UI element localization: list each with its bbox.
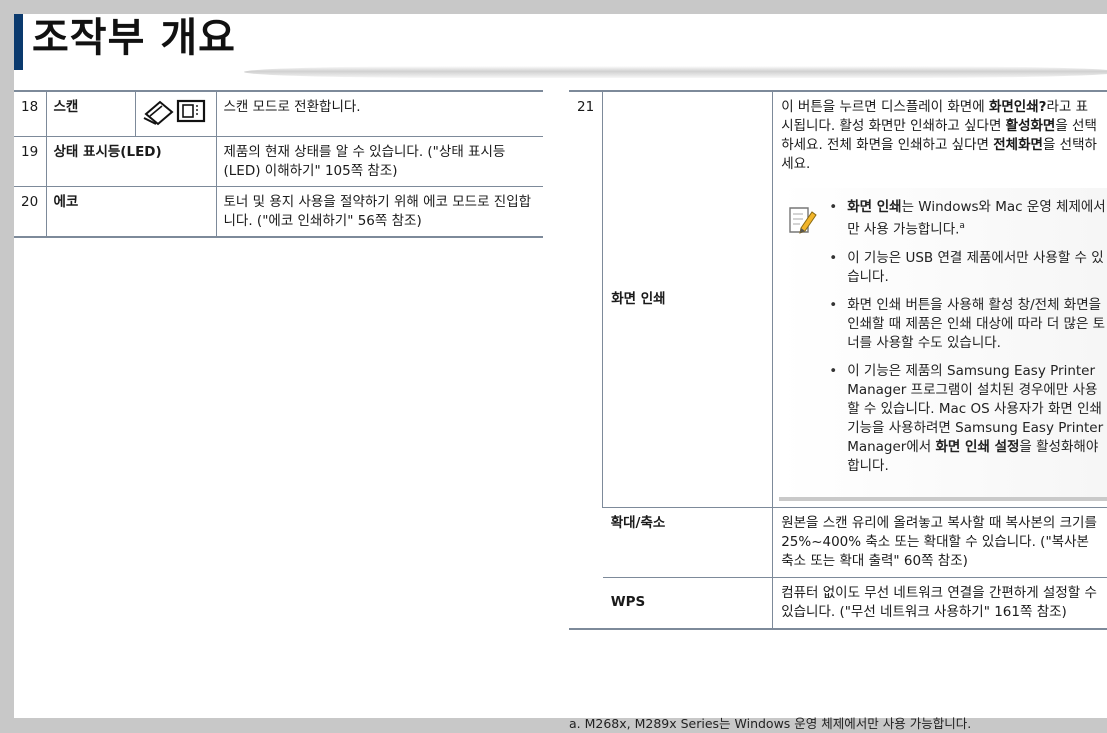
row-number: 20 bbox=[21, 194, 39, 210]
control-name: 에코 bbox=[45, 186, 216, 237]
desc-bold: 활성화면 bbox=[1005, 118, 1056, 134]
desc-bold: 화면인쇄? bbox=[988, 99, 1047, 115]
note-item: 이 기능은 제품의 Samsung Easy Printer Manager 프… bbox=[827, 362, 1107, 476]
row-number: 21 bbox=[577, 99, 595, 115]
note-list: 화면 인쇄는 Windows와 Mac 운영 체제에서만 사용 가능합니다.a … bbox=[827, 198, 1107, 476]
desc-text: 이 버튼을 누르면 디스플레이 화면에 bbox=[781, 99, 989, 115]
right-table: 21 화면 인쇄 이 버튼을 누르면 디스플레이 화면에 화면인쇄?라고 표시됩… bbox=[569, 90, 1107, 630]
title-accent-bar bbox=[14, 14, 23, 70]
footnote-marker: a bbox=[959, 221, 965, 231]
control-description: 토너 및 용지 사용을 절약하기 위해 에코 모드로 진입합니다. ("에코 인… bbox=[215, 186, 543, 237]
control-name: WPS bbox=[602, 576, 773, 629]
note-box: 화면 인쇄는 Windows와 Mac 운영 체제에서만 사용 가능합니다.a … bbox=[779, 188, 1107, 501]
page-title: 조작부 개요 bbox=[32, 15, 236, 61]
note-pencil-icon bbox=[789, 207, 817, 234]
table-row: 확대/축소 원본을 스캔 유리에 올려놓고 복사할 때 복사본의 크기를 25%… bbox=[569, 506, 1107, 577]
control-name: 상태 표시등(LED) bbox=[45, 136, 216, 187]
scan-screen-icon bbox=[176, 99, 205, 123]
note-item: 이 기능은 USB 연결 제품에서만 사용할 수 있습니다. bbox=[827, 249, 1107, 287]
table-row: 21 화면 인쇄 이 버튼을 누르면 디스플레이 화면에 화면인쇄?라고 표시됩… bbox=[569, 91, 1107, 507]
control-description: 컴퓨터 없이도 무선 네트워크 연결을 간편하게 설정할 수 있습니다. ("무… bbox=[772, 576, 1107, 629]
table-row: WPS 컴퓨터 없이도 무선 네트워크 연결을 간편하게 설정할 수 있습니다.… bbox=[569, 576, 1107, 629]
control-name: 스캔 bbox=[45, 91, 135, 137]
table-row: 18 스캔 스캔 모드로 전환합니다. bbox=[14, 91, 543, 137]
control-description: 원본을 스캔 유리에 올려놓고 복사할 때 복사본의 크기를 25%~400% … bbox=[772, 506, 1107, 577]
control-name: 화면 인쇄 bbox=[602, 91, 773, 507]
control-name: 확대/축소 bbox=[602, 506, 773, 577]
scanner-icon bbox=[143, 99, 205, 126]
control-description: 이 버튼을 누르면 디스플레이 화면에 화면인쇄?라고 표시됩니다. 활성 화면… bbox=[772, 91, 1107, 507]
footnote: a. M268x, M289x Series는 Windows 운영 체제에서만… bbox=[569, 716, 972, 731]
left-table: 18 스캔 스캔 모드로 전환합니다. 19 상태 표시등(LED) 제품의 현… bbox=[14, 90, 543, 238]
control-description: 제품의 현재 상태를 알 수 있습니다. ("상태 표시등(LED) 이해하기"… bbox=[215, 136, 543, 187]
control-description: 스캔 모드로 전환합니다. bbox=[215, 91, 543, 137]
row-number: 18 bbox=[14, 91, 46, 137]
print-screen-description: 이 버튼을 누르면 디스플레이 화면에 화면인쇄?라고 표시됩니다. 활성 화면… bbox=[781, 98, 1099, 174]
title-underline bbox=[244, 66, 1107, 78]
desc-bold: 전체화면 bbox=[993, 137, 1043, 153]
note-item: 화면 인쇄 버튼을 사용해 활성 창/전체 화면을 인쇄할 때 제품은 인쇄 대… bbox=[827, 296, 1107, 353]
table-row: 20 에코 토너 및 용지 사용을 절약하기 위해 에코 모드로 진입합니다. … bbox=[14, 186, 543, 237]
table-row: 19 상태 표시등(LED) 제품의 현재 상태를 알 수 있습니다. ("상태… bbox=[14, 136, 543, 187]
row-number: 19 bbox=[14, 136, 46, 187]
note-item: 화면 인쇄는 Windows와 Mac 운영 체제에서만 사용 가능합니다.a bbox=[827, 198, 1107, 240]
scan-icons-cell bbox=[134, 91, 216, 137]
